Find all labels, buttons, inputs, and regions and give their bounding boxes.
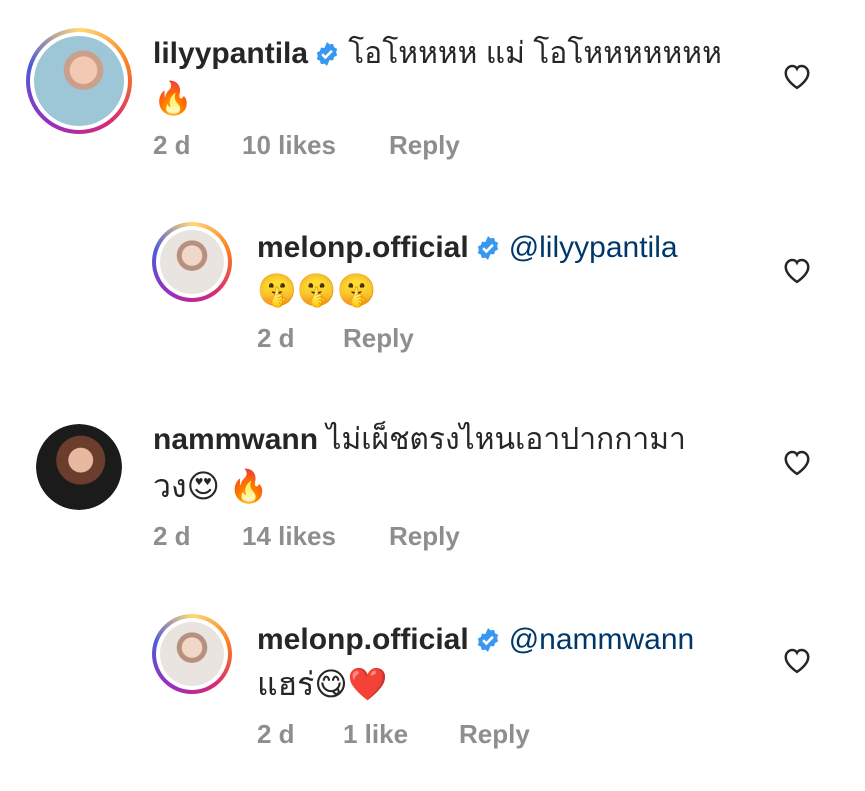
verified-badge-icon (477, 628, 498, 652)
comment-likes-count[interactable]: 14 likes (242, 521, 336, 552)
comment-mention-link[interactable]: @nammwann (509, 623, 695, 656)
like-heart-icon[interactable] (782, 646, 812, 674)
like-heart-icon[interactable] (782, 62, 812, 90)
comment-text-emoji: 🔥 (153, 80, 193, 116)
like-heart-icon[interactable] (782, 256, 812, 284)
comment-time: 2 d (153, 130, 191, 160)
verified-badge-icon (477, 236, 498, 260)
comment-likes-count[interactable]: 10 likes (242, 130, 336, 161)
comment-text-emoji: วง😍 🔥 (153, 468, 269, 504)
reply-button[interactable]: Reply (343, 323, 414, 354)
comment-time: 2 d (257, 323, 295, 353)
avatar[interactable] (36, 424, 122, 510)
verified-badge-icon (316, 42, 338, 66)
comment-mention-link[interactable]: @lilyypantila (509, 231, 678, 264)
avatar[interactable] (26, 28, 132, 134)
comment-text: ไม่เผ็ชตรงไหนเอาปากกามา (326, 423, 686, 456)
comment-username[interactable]: nammwann (153, 423, 318, 456)
avatar[interactable] (152, 614, 232, 694)
comment-time: 2 d (153, 521, 191, 551)
avatar[interactable] (152, 222, 232, 302)
comment-time: 2 d (257, 719, 295, 749)
reply-button[interactable]: Reply (459, 719, 530, 750)
reply-button[interactable]: Reply (389, 130, 460, 161)
comment-username[interactable]: melonp.official (257, 623, 469, 656)
comment-username[interactable]: melonp.official (257, 231, 469, 264)
comment-text-emoji: 🤫🤫🤫 (257, 272, 377, 308)
comment-likes-count[interactable]: 1 like (343, 719, 408, 750)
comment-text-emoji: แฮร่😋❤️ (257, 666, 388, 702)
like-heart-icon[interactable] (782, 448, 812, 476)
comment-text: โอโหหหห แม่ โอโหหหหหหห (348, 37, 722, 70)
comment-username[interactable]: lilyypantila (153, 37, 308, 70)
reply-button[interactable]: Reply (389, 521, 460, 552)
